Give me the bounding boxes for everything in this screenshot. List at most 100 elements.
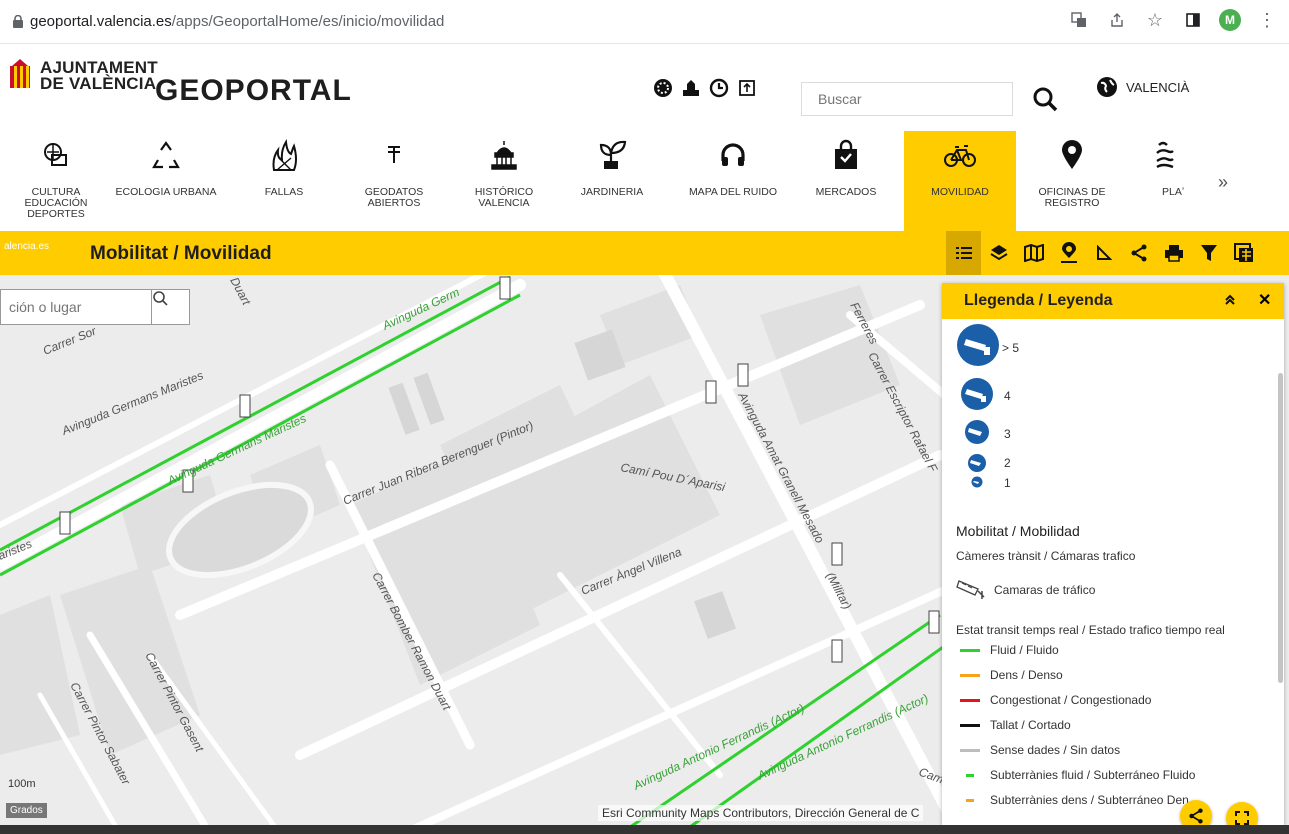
map-toolbar <box>946 231 1261 275</box>
fallas-icon <box>272 138 297 171</box>
category-label: ECOLOGIA URBANA <box>115 186 217 198</box>
street-label: Carrer Escriptor Rafael F <box>865 350 940 475</box>
share-map-button[interactable] <box>1121 231 1156 275</box>
category-cultura[interactable]: CULTURA EDUCACIÓN DEPORTES <box>0 131 112 231</box>
map-attribution: Esri Community Maps Contributors, Direcc… <box>598 805 924 821</box>
category-oficinas[interactable]: OFICINAS DE REGISTRO <box>1016 131 1128 231</box>
city-shield-icon[interactable] <box>8 58 32 92</box>
legend-group-title: Mobilitat / Mobilidad <box>956 523 1080 539</box>
category-label: OFICINAS DE REGISTRO <box>1038 186 1106 209</box>
site-search-box <box>801 82 1013 116</box>
share-icon <box>1189 808 1203 824</box>
category-ecologia[interactable]: ECOLOGIA URBANA <box>110 131 222 231</box>
person-location-icon <box>1060 242 1077 263</box>
coordinate-units[interactable]: Grados <box>6 803 47 818</box>
category-jardineria[interactable]: JARDINERIA <box>556 131 668 231</box>
measure-icon <box>1096 245 1112 260</box>
building-icon[interactable] <box>681 78 701 98</box>
app-title-bar: alencia.es Mobilitat / Movilidad <box>0 231 1289 275</box>
bookmark-star-icon[interactable]: ☆ <box>1143 8 1167 32</box>
camera-cluster-icon <box>968 454 986 472</box>
camera-cluster-icon <box>957 324 999 366</box>
category-mapa-ruido[interactable]: MAPA DEL RUIDO <box>677 131 789 231</box>
browser-actions: ☆ M ⋮ <box>1067 8 1279 32</box>
category-label: GEODATOS ABIERTOS <box>364 186 424 209</box>
cam-size-label: 3 <box>1004 427 1011 441</box>
share-icon[interactable] <box>1105 8 1129 32</box>
legend-item: Congestionat / Congestionado <box>960 691 1151 709</box>
search-icon[interactable] <box>1030 84 1060 114</box>
category-fallas[interactable]: FALLAS <box>228 131 340 231</box>
close-icon[interactable]: ✕ <box>1258 290 1271 310</box>
locate-button[interactable] <box>1051 231 1086 275</box>
site-search-input[interactable] <box>802 83 1012 115</box>
profile-avatar[interactable]: M <box>1219 9 1241 31</box>
bicycle-icon <box>944 145 976 167</box>
lock-icon <box>13 15 23 28</box>
side-panel-icon[interactable] <box>1181 8 1205 32</box>
basemap-button[interactable] <box>1016 231 1051 275</box>
legend-swatch <box>960 648 980 652</box>
accessibility-icon[interactable] <box>653 78 673 98</box>
collapse-icon[interactable] <box>1224 292 1236 308</box>
table-button[interactable] <box>1226 231 1261 275</box>
legend-swatch <box>960 673 980 677</box>
category-label: CULTURA EDUCACIÓN DEPORTES <box>24 186 88 220</box>
legend-item-label: Sense dades / Sin datos <box>990 743 1121 757</box>
category-geodatos[interactable]: GEODATOS ABIERTOS <box>338 131 450 231</box>
legend-item-label: Congestionat / Congestionado <box>990 693 1152 707</box>
shopping-bag-icon <box>835 139 857 169</box>
culture-icon <box>44 143 67 166</box>
cam-size-label: > 5 <box>1002 341 1020 355</box>
category-mercados[interactable]: MERCADOS <box>790 131 902 231</box>
camera-cluster-icon <box>971 476 983 488</box>
language-switch[interactable]: VALENCIÀ <box>1096 76 1189 98</box>
legend-list-button[interactable] <box>946 231 981 275</box>
open-data-icon <box>388 146 400 163</box>
legend-item-label: Fluid / Fluido <box>990 643 1059 657</box>
map-search-box <box>0 289 190 325</box>
map-search-button[interactable] <box>151 290 189 324</box>
traffic-camera-icon <box>956 580 985 599</box>
legend-title: Llegenda / Leyenda <box>964 292 1113 309</box>
scale-bar: 100m <box>8 778 36 790</box>
category-historico[interactable]: HISTÓRICO VALENCIA <box>448 131 560 231</box>
translate-icon[interactable] <box>1067 8 1091 32</box>
category-playas[interactable]: PLAʼ <box>1128 131 1204 231</box>
brand-title[interactable]: GEOPORTAL <box>155 74 352 108</box>
site-tag[interactable]: alencia.es <box>4 241 49 252</box>
legend-swatch <box>966 798 974 802</box>
category-label: HISTÓRICO VALENCIA <box>474 186 534 209</box>
recycle-icon <box>152 141 180 169</box>
legend-header: Llegenda / Leyenda ✕ <box>942 283 1284 319</box>
category-label: FALLAS <box>264 186 304 198</box>
legend-subtitle: Estat transit temps real / Estado trafic… <box>956 623 1225 637</box>
browser-bar: geoportal.valencia.es/apps/GeoportalHome… <box>0 0 1289 44</box>
legend-item: Subterrànies dens / Subterráneo Den <box>960 791 1189 809</box>
legend-item-label: Subterrànies dens / Subterráneo Den <box>990 793 1189 807</box>
layers-button[interactable] <box>981 231 1016 275</box>
city-logo-text[interactable]: AJUNTAMENT DE VALÈNCIA <box>40 59 158 92</box>
filter-button[interactable] <box>1191 231 1226 275</box>
category-label: MOVILIDAD <box>931 186 989 198</box>
url-host: geoportal.valencia.es <box>30 13 172 30</box>
legend-swatch <box>960 748 980 752</box>
address-bar[interactable]: geoportal.valencia.es/apps/GeoportalHome… <box>30 13 444 30</box>
measure-button[interactable] <box>1086 231 1121 275</box>
legend-panel: Llegenda / Leyenda ✕ > 5 4 3 2 1 Mobilit… <box>942 283 1284 825</box>
clock-icon[interactable] <box>709 78 729 98</box>
more-vert-icon[interactable]: ⋮ <box>1255 8 1279 32</box>
globe-icon <box>1097 77 1117 97</box>
category-label: MAPA DEL RUIDO <box>688 186 778 198</box>
map-search-input[interactable] <box>1 290 151 324</box>
category-movilidad[interactable]: MOVILIDAD <box>904 131 1016 231</box>
table-icon <box>1233 243 1253 262</box>
category-label: JARDINERIA <box>580 186 644 198</box>
traffic-camera-label: Camaras de tráfico <box>994 583 1096 597</box>
fullscreen-icon <box>1235 811 1249 825</box>
search-icon <box>153 291 168 306</box>
map-book-icon[interactable] <box>737 78 757 98</box>
print-button[interactable] <box>1156 231 1191 275</box>
legend-scrollbar[interactable] <box>1278 373 1283 683</box>
category-more-arrow[interactable]: » <box>1218 172 1228 193</box>
